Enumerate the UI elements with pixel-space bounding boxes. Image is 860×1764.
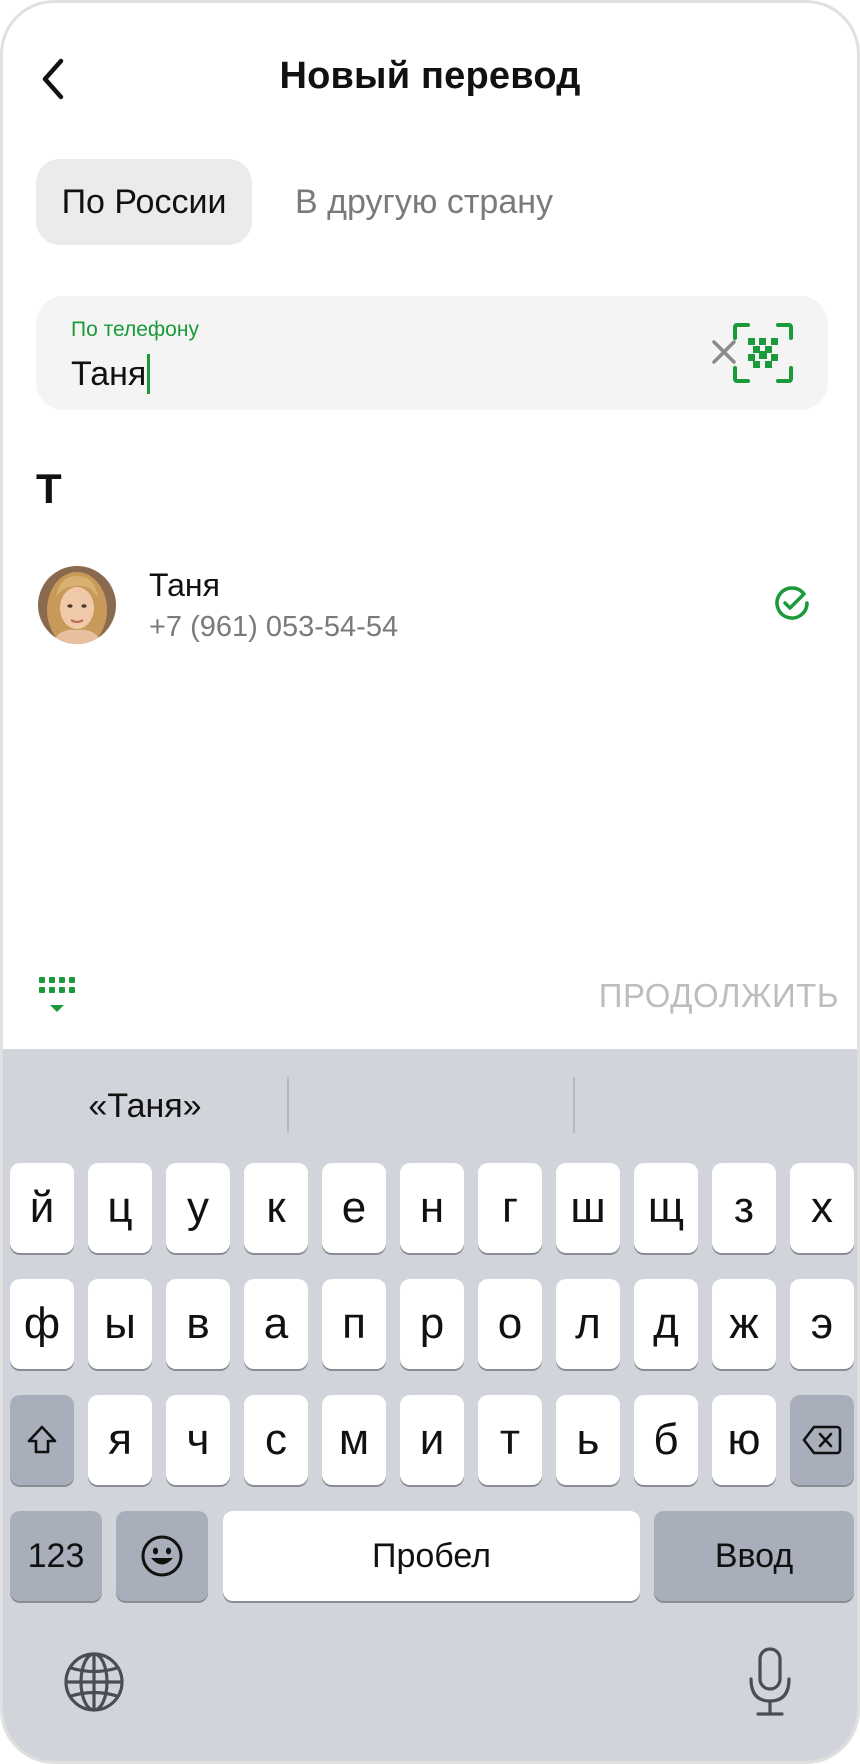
key[interactable]: ы [88, 1279, 152, 1369]
search-input-value: Таня [71, 354, 147, 393]
backspace-icon [802, 1425, 842, 1455]
text-caret [147, 354, 151, 394]
key[interactable]: б [634, 1395, 698, 1485]
key[interactable]: з [712, 1163, 776, 1253]
key[interactable]: ф [10, 1279, 74, 1369]
emoji-key[interactable] [116, 1511, 208, 1601]
key[interactable]: и [400, 1395, 464, 1485]
key[interactable]: в [166, 1279, 230, 1369]
key[interactable]: ж [712, 1279, 776, 1369]
search-field[interactable]: По телефону Таня [36, 296, 828, 410]
suggestion-2[interactable] [289, 1077, 573, 1135]
avatar [38, 566, 116, 644]
emoji-icon [141, 1535, 183, 1577]
key[interactable]: м [322, 1395, 386, 1485]
microphone-icon [749, 1647, 791, 1716]
key[interactable]: о [478, 1279, 542, 1369]
globe-icon [64, 1652, 124, 1712]
suggestion-3[interactable] [575, 1077, 857, 1135]
key[interactable]: н [400, 1163, 464, 1253]
phone-frame: Новый перевод По России В другую страну … [0, 0, 860, 1764]
key[interactable]: э [790, 1279, 854, 1369]
keypad-toggle-button[interactable] [37, 975, 81, 1019]
key[interactable]: г [478, 1163, 542, 1253]
key[interactable]: ю [712, 1395, 776, 1485]
key[interactable]: п [322, 1279, 386, 1369]
key[interactable]: а [244, 1279, 308, 1369]
key[interactable]: щ [634, 1163, 698, 1253]
key[interactable]: х [790, 1163, 854, 1253]
key[interactable]: с [244, 1395, 308, 1485]
backspace-key[interactable] [790, 1395, 854, 1485]
tab-other-country[interactable]: В другую страну [271, 159, 591, 245]
tab-russia[interactable]: По России [36, 159, 252, 245]
page-title: Новый перевод [279, 55, 581, 97]
key[interactable]: к [244, 1163, 308, 1253]
numbers-key[interactable]: 123 [10, 1511, 102, 1601]
contact-name: Таня [149, 567, 220, 603]
globe-button[interactable] [61, 1649, 127, 1715]
key[interactable]: т [478, 1395, 542, 1485]
suggestion-1[interactable]: «Таня» [3, 1077, 287, 1135]
microphone-button[interactable] [745, 1645, 795, 1719]
contact-row[interactable]: Таня +7 (961) 053-54-54 [3, 553, 857, 653]
key[interactable]: д [634, 1279, 698, 1369]
keypad-icon [39, 977, 75, 1012]
enter-key[interactable]: Ввод [654, 1511, 854, 1601]
qr-scan-icon [733, 323, 793, 383]
key[interactable]: я [88, 1395, 152, 1485]
qr-scan-button[interactable] [732, 322, 794, 384]
space-key[interactable]: Пробел [223, 1511, 640, 1601]
key[interactable]: е [322, 1163, 386, 1253]
contact-phone: +7 (961) 053-54-54 [149, 611, 399, 643]
continue-button[interactable]: ПРОДОЛЖИТЬ [599, 977, 839, 1015]
key[interactable]: р [400, 1279, 464, 1369]
search-input[interactable]: Таня [71, 354, 151, 394]
key[interactable]: й [10, 1163, 74, 1253]
key[interactable]: у [166, 1163, 230, 1253]
section-letter: Т [36, 465, 62, 512]
check-circle-icon [775, 586, 809, 620]
shift-icon [27, 1425, 57, 1454]
search-field-label: По телефону [71, 318, 199, 341]
key[interactable]: ь [556, 1395, 620, 1485]
keyboard: «Таня» й ц у к е н г ш щ з х ф ы в а п р… [3, 1049, 857, 1761]
key[interactable]: ш [556, 1163, 620, 1253]
key[interactable]: ч [166, 1395, 230, 1485]
shift-key[interactable] [10, 1395, 74, 1485]
key[interactable]: л [556, 1279, 620, 1369]
key[interactable]: ц [88, 1163, 152, 1253]
